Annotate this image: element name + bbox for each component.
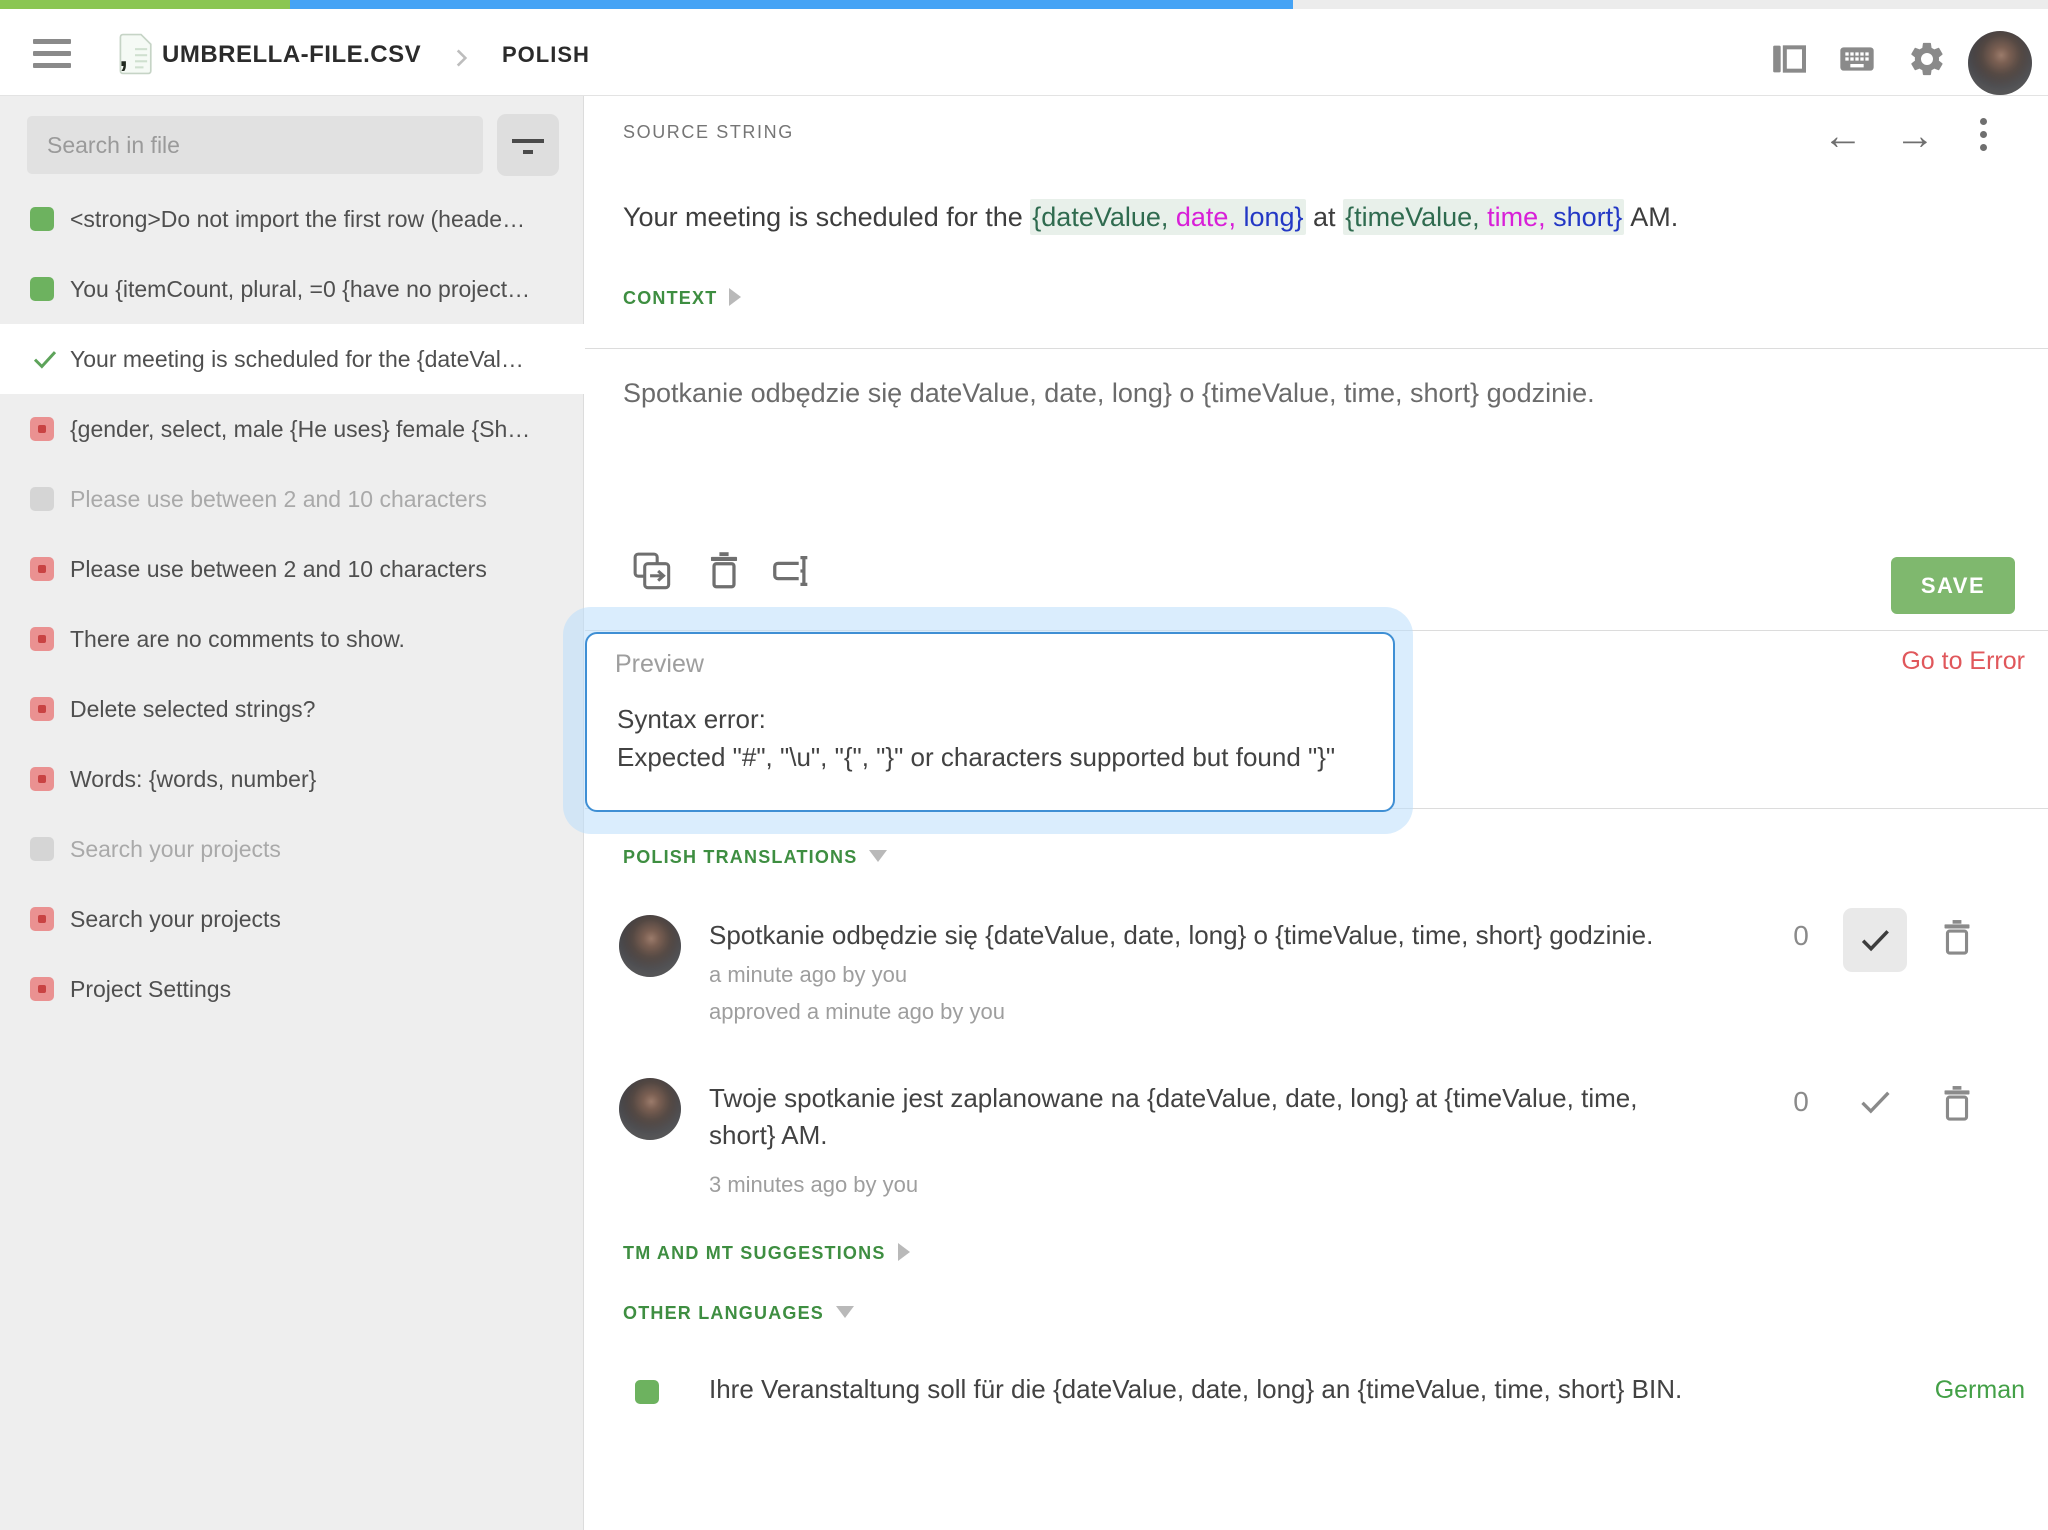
clear-text-cursor-icon[interactable] [769,548,815,594]
sidebar-item-string-11[interactable]: Search your projects [0,884,584,954]
translation-input-area[interactable]: Spotkanie odbędzie się dateValue, date, … [623,373,2003,533]
context-section-toggle[interactable]: CONTEXT [623,288,742,309]
syntax-error-line1: Syntax error: [617,704,766,734]
save-button[interactable]: SAVE [1891,557,2015,614]
sidebar-item-string-7[interactable]: There are no comments to show. [0,604,584,674]
progress-approved-segment [0,0,290,9]
translation-entry-approved-meta: approved a minute ago by you [709,999,1005,1024]
filter-icon [512,139,544,143]
delete-suggestion-icon[interactable] [1935,1082,1979,1126]
string-label: You {itemCount, plural, =0 {have no proj… [70,276,531,302]
strings-sidebar: <strong>Do not import the first row (hea… [0,96,584,1530]
tm-mt-suggestions-section-toggle[interactable]: TM AND MT SUGGESTIONS [623,1243,910,1264]
status-untranslated-icon [30,627,54,651]
string-label: Your meeting is scheduled for the {dateV… [70,346,524,372]
sidebar-item-string-2[interactable]: You {itemCount, plural, =0 {have no proj… [0,254,584,324]
preview-title: Preview [615,650,704,678]
status-translated-icon [635,1380,659,1404]
delete-translation-icon[interactable] [701,548,747,594]
preview-popup: Preview Syntax error: Expected "#", "\u"… [585,632,1395,812]
delete-suggestion-icon[interactable] [1935,916,1979,960]
approve-translation-button[interactable] [1853,1080,1897,1124]
csv-file-icon: , [119,33,152,75]
string-label: Please use between 2 and 10 characters [70,486,487,512]
other-language-translation-text: Ihre Veranstaltung soll für die {dateVal… [709,1374,1683,1404]
sidebar-item-string-12[interactable]: Project Settings [0,954,584,1024]
status-untranslated-icon [30,977,54,1001]
status-translated-icon [30,207,54,231]
icu-time-variable: {timeValue, [1345,202,1480,232]
other-language-link[interactable]: German [1835,1376,2025,1405]
sidebar-item-string-3-selected[interactable]: Your meeting is scheduled for the {dateV… [0,324,584,394]
top-header: , UMBRELLA-FILE.CSV POLISH [0,9,2048,96]
other-languages-section-toggle[interactable]: OTHER LANGUAGES [623,1303,855,1324]
sidebar-item-string-5[interactable]: Please use between 2 and 10 characters [0,464,584,534]
more-options-kebab-icon[interactable] [1979,118,1987,157]
user-avatar[interactable] [1968,31,2032,95]
translation-entry-meta: a minute ago by you [709,962,908,987]
approve-translation-button-active[interactable] [1843,908,1907,972]
chevron-right-icon [729,288,742,306]
search-input[interactable] [27,116,483,174]
hamburger-menu-icon[interactable] [33,39,71,69]
string-label: <strong>Do not import the first row (hea… [70,206,526,232]
string-label: Search your projects [70,906,281,932]
vote-count[interactable]: 0 [1781,1086,1821,1118]
translation-progress-bar [0,0,2048,9]
previous-string-arrow-icon[interactable]: ← [1823,114,1863,158]
status-translated-icon [30,277,54,301]
status-untranslated-icon [30,417,54,441]
string-label: Please use between 2 and 10 characters [70,556,487,582]
copy-source-icon[interactable] [629,548,675,594]
chevron-down-icon [836,1306,855,1318]
source-string-text: Your meeting is scheduled for the {dateV… [623,199,1678,235]
sidebar-item-string-1[interactable]: <strong>Do not import the first row (hea… [0,184,584,254]
progress-translated-segment [290,0,1293,9]
chevron-right-icon [897,1243,910,1261]
syntax-error-line2: Expected "#", "\u", "{", "}" or characte… [617,742,1336,772]
chevron-down-icon [869,850,888,862]
status-approved-check-icon [30,344,60,374]
svg-text:,: , [119,37,128,73]
side-panel-toggle-icon[interactable] [1766,39,1812,79]
translation-entry-text: Spotkanie odbędzie się {dateValue, date,… [709,920,1654,950]
string-label: Delete selected strings? [70,696,316,722]
string-label: {gender, select, male {He uses} female {… [70,416,531,442]
sidebar-item-string-10[interactable]: Search your projects [0,814,584,884]
breadcrumb-chevron-icon [456,49,468,67]
icu-date-variable: {dateValue, [1032,202,1169,232]
next-string-arrow-icon[interactable]: → [1895,114,1935,158]
sidebar-item-string-8[interactable]: Delete selected strings? [0,674,584,744]
filter-button[interactable] [497,114,559,176]
sidebar-item-string-9[interactable]: Words: {words, number} [0,744,584,814]
settings-gear-icon[interactable] [1904,39,1950,79]
string-label: Search your projects [70,836,281,862]
translator-avatar[interactable] [619,1078,681,1140]
status-hidden-icon [30,487,54,511]
status-untranslated-icon [30,767,54,791]
status-hidden-icon [30,837,54,861]
divider [585,348,2048,349]
string-label: Words: {words, number} [70,766,317,792]
status-untranslated-icon [30,557,54,581]
translator-avatar[interactable] [619,915,681,977]
sidebar-item-string-6[interactable]: Please use between 2 and 10 characters [0,534,584,604]
preview-popup-halo: Preview Syntax error: Expected "#", "\u"… [563,607,1413,834]
source-string-section-label: SOURCE STRING [623,122,794,142]
status-untranslated-icon [30,907,54,931]
translation-entry-text: Twoje spotkanie jest zaplanowane na {dat… [709,1083,1638,1150]
sidebar-item-string-4[interactable]: {gender, select, male {He uses} female {… [0,394,584,464]
string-label: Project Settings [70,976,232,1002]
keyboard-shortcuts-icon[interactable] [1834,39,1880,79]
go-to-error-link[interactable]: Go to Error [1835,647,2025,676]
polish-translations-section-toggle[interactable]: POLISH TRANSLATIONS [623,847,888,868]
breadcrumb-language[interactable]: POLISH [502,37,590,73]
vote-count[interactable]: 0 [1781,920,1821,952]
translation-entry-meta: 3 minutes ago by you [709,1172,919,1197]
breadcrumb-file-name[interactable]: UMBRELLA-FILE.CSV [162,35,421,75]
status-untranslated-icon [30,697,54,721]
string-label: There are no comments to show. [70,626,405,652]
